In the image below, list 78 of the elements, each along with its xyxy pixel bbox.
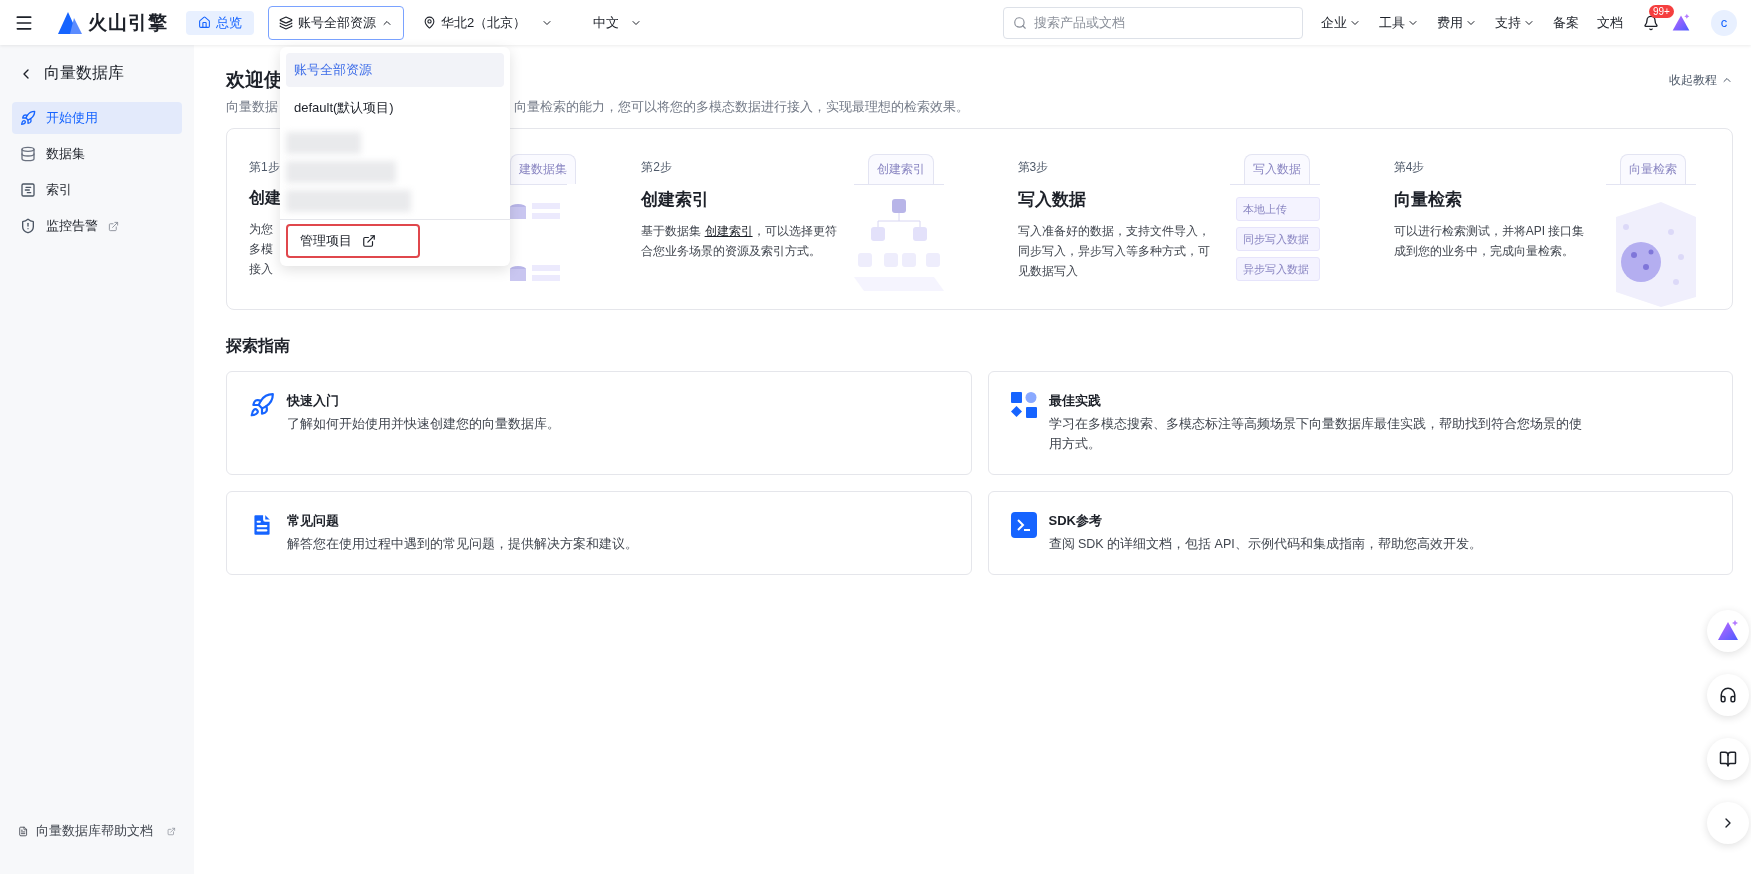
guide-card[interactable]: 常见问题 解答您在使用过程中遇到的常见问题，提供解决方案和建议。 [226,491,972,575]
assistant-icon [1671,12,1691,33]
document-icon [18,825,29,838]
step-title: 创建索引 [641,189,710,211]
sidebar-item[interactable]: 索引 [12,174,182,206]
step-number: 第1步 [249,159,280,176]
search-icon [1013,15,1027,30]
floating-button[interactable] [1707,674,1749,716]
layers-icon [279,15,293,30]
book-icon [1719,750,1737,768]
sidebar-item[interactable]: 开始使用 [12,102,182,134]
help-doc-link[interactable]: 向量数据库帮助文档 [12,823,182,860]
assistant-icon [1716,619,1740,643]
terminal-icon [1010,512,1037,538]
step-number: 第2步 [641,159,672,176]
shapes-icon [1010,392,1037,418]
guide-description: 学习在多模态搜索、多模态标注等高频场景下向量数据库最佳实践，帮助找到符合您场景的使用方式。 [1048,416,1583,453]
section-title: 探索指南 [226,336,291,356]
step-description: 基于数据集 创建索引，可以选择更符合您业务场景的资源及索引方式。 [641,223,838,260]
back-link[interactable]: 向量数据库 [12,59,182,102]
step-description: 写入准备好的数据，支持文件导入，同步写入，异步写入等多种方式，可见数据写入 [1017,223,1211,280]
sidebar-item[interactable]: 数据集 [12,138,182,170]
external-link-icon [167,826,176,837]
logo-text[interactable]: 火山引擎 [88,9,168,36]
sidebar-item[interactable]: 监控告警 [12,210,182,242]
guide-card[interactable]: 快速入门 了解如何开始使用并快速创建您的向量数据库。 [226,371,972,475]
user-avatar[interactable]: c [1711,9,1737,36]
step-description: 接入 [249,261,273,278]
guide-description: 了解如何开始使用并快速创建您的向量数据库。 [287,416,560,433]
database-icon [20,146,36,162]
nav-link[interactable]: 工具 [1379,13,1419,32]
nav-link[interactable]: 支持 [1495,13,1535,32]
guide-card[interactable]: 最佳实践 学习在多模态搜索、多模态标注等高频场景下向量数据库最佳实践，帮助找到符合您场景的使用方式。 [987,371,1733,475]
floating-button[interactable] [1707,738,1749,780]
step-title: 创建 [249,188,281,208]
project-option[interactable]: 账号全部资源 [286,53,504,87]
write-option: 本地上传 [1235,197,1320,221]
location-icon [423,16,436,29]
guide-description: 查阅 SDK 的详细文档，包括 API、示例代码和集成指南，帮助您高效开发。 [1048,536,1482,553]
rocket-icon [20,110,36,126]
guide-title: 快速入门 [287,392,340,410]
guide-title: SDK参考 [1048,512,1103,530]
project-selector[interactable]: 账号全部资源 [268,5,404,40]
write-option: 异步写入数据 [1235,257,1320,281]
step-number: 第4步 [1393,159,1425,176]
external-link-icon [362,234,376,248]
guide-description: 解答您在使用过程中遇到的常见问题，提供解决方案和建议。 [287,536,638,553]
step-title: 写入数据 [1017,189,1086,211]
intro-text: 向量检索的能力，您可以将您的多模态数据进行接入，实现最理想的检索效果。 [514,99,969,116]
guide-card[interactable]: SDK参考 查阅 SDK 的详细文档，包括 API、示例代码和集成指南，帮助您高效开发。 [987,491,1733,575]
guide-title: 常见问题 [287,512,340,530]
guide-title: 最佳实践 [1048,392,1102,410]
manage-projects-link[interactable]: 管理项目 [286,224,420,258]
logo-icon [58,11,82,34]
home-button[interactable]: 总览 [186,10,254,35]
rocket-icon [249,392,275,418]
notification-badge: 99+ [1649,4,1674,18]
nav-link[interactable]: 企业 [1321,13,1361,32]
headset-icon [1719,686,1737,704]
create-index-link[interactable]: 创建索引 [704,224,753,238]
step-number: 第3步 [1017,159,1049,176]
intro-text: 向量数据 [226,99,278,116]
nav-link[interactable]: 文档 [1597,13,1623,32]
search-field[interactable]: 搜索产品或文档 [1003,6,1303,39]
step-description: 多模 [249,241,273,258]
step-description: 可以进行检索测试，并将API 接口集成到您的业务中，完成向量检索。 [1393,223,1586,260]
nav-link[interactable]: 费用 [1437,13,1477,32]
step-title: 向量检索 [1393,189,1462,211]
index-icon [20,182,36,198]
external-link-icon [108,220,119,232]
collapse-tutorial-link[interactable]: 收起教程 [1669,71,1733,89]
project-option[interactable]: default(默认项目) [286,91,504,125]
write-option: 同步写入数据 [1235,227,1320,251]
nav-link[interactable]: 备案 [1553,13,1579,32]
bell-icon[interactable] [1643,14,1659,31]
step-description: 为您 [249,221,273,238]
alarm-icon [20,218,36,234]
home-icon [198,16,211,29]
